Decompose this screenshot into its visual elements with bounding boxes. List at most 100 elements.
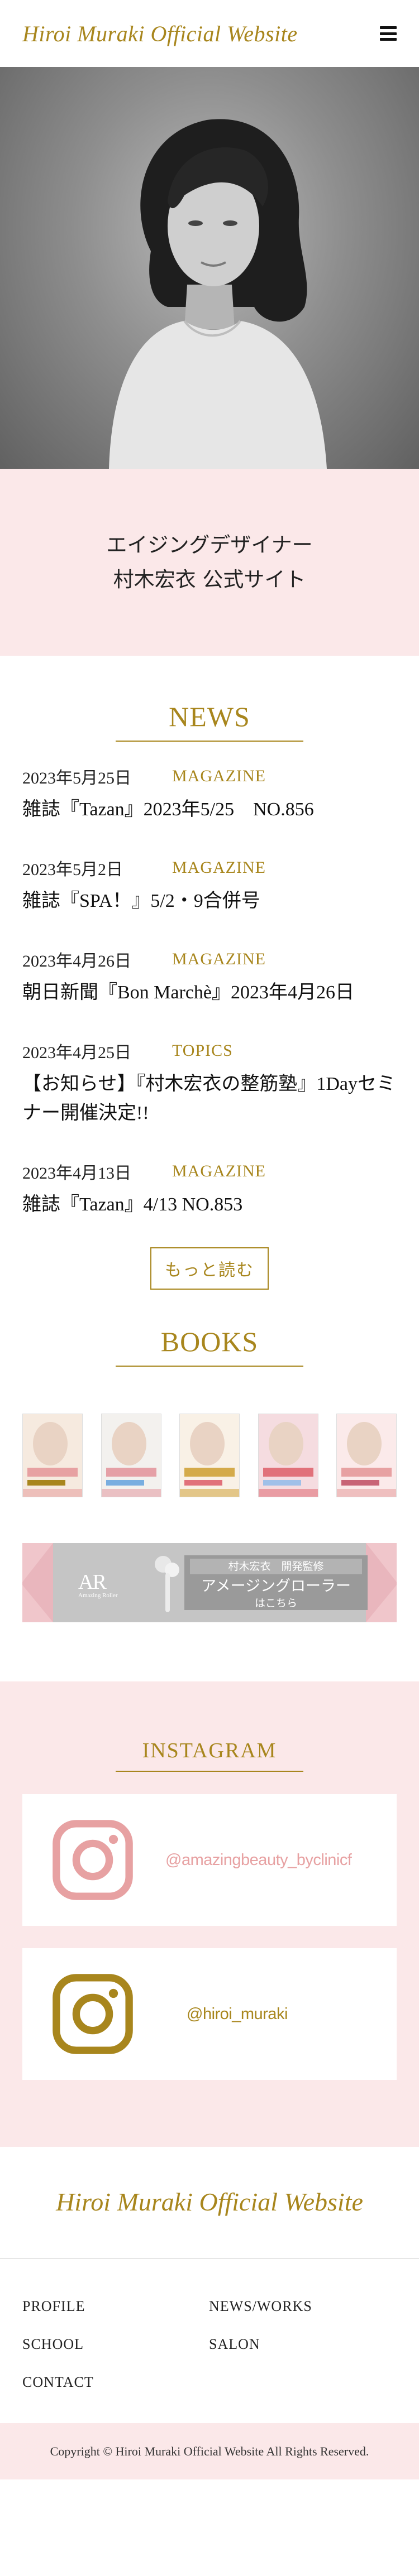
- news-date: 2023年5月25日: [22, 769, 131, 787]
- footer-nav: PROFILE NEWS/WORKS SCHOOL SALON CONTACT: [0, 2259, 419, 2423]
- news-title[interactable]: 雑誌『Tazan』4/13 NO.853: [22, 1190, 397, 1219]
- news-item[interactable]: 2023年4月25日 TOPICS 【お知らせ】『村木宏衣の整筋塾』1Dayセミ…: [22, 1040, 397, 1128]
- news-meta: 2023年5月25日 MAGAZINE: [22, 765, 397, 787]
- heading-underline: [116, 1366, 303, 1367]
- instagram-icon: [53, 1974, 133, 2054]
- instagram-handle[interactable]: @amazingbeauty_byclinicf: [165, 1851, 352, 1869]
- news-title[interactable]: 朝日新聞『Bon Marchè』2023年4月26日: [22, 978, 397, 1007]
- cover-sub-block: [106, 1480, 144, 1486]
- cover-title-block: [263, 1468, 313, 1477]
- copyright-text: Copyright © Hiroi Muraki Official Websit…: [0, 2423, 419, 2479]
- news-meta: 2023年4月26日 MAGAZINE: [22, 948, 397, 970]
- logo-mark: AR: [78, 1570, 107, 1594]
- menu-bar: [380, 32, 397, 35]
- instagram-heading: INSTAGRAM: [142, 1739, 277, 1762]
- books-heading: BOOKS: [160, 1326, 259, 1357]
- intro-subtitle: エイジングデザイナー: [106, 532, 313, 557]
- news-item[interactable]: 2023年4月26日 MAGAZINE 朝日新聞『Bon Marchè』2023…: [22, 948, 397, 1007]
- news-heading: NEWS: [169, 701, 250, 732]
- menu-bar: [380, 38, 397, 41]
- read-more-button[interactable]: もっと読む: [150, 1247, 269, 1290]
- news-category: MAGAZINE: [172, 1162, 266, 1180]
- cover-band: [101, 1489, 161, 1497]
- site-footer: Hiroi Muraki Official Website PROFILE NE…: [0, 2147, 419, 2479]
- logo-subtext: Amazing Roller: [78, 1592, 118, 1599]
- news-title[interactable]: 【お知らせ】『村木宏衣の整筋塾』1Dayセミナー開催決定!!: [22, 1070, 397, 1128]
- instagram-account-card[interactable]: @hiroi_muraki: [22, 1948, 397, 2080]
- book-cover[interactable]: [22, 1414, 83, 1497]
- cover-title-block: [27, 1468, 78, 1477]
- cover-face: [111, 1422, 146, 1465]
- news-date: 2023年4月25日: [22, 1044, 131, 1062]
- news-meta: 2023年4月13日 MAGAZINE: [22, 1160, 397, 1183]
- banner-link-text: はこちら: [254, 1597, 297, 1609]
- news-title[interactable]: 雑誌『Tazan』2023年5/25 NO.856: [22, 795, 397, 824]
- portrait-illustration: [109, 119, 327, 469]
- cover-title-block: [184, 1468, 235, 1477]
- cover-sub-block: [341, 1480, 379, 1486]
- footer-link-news-works[interactable]: NEWS/WORKS: [209, 2298, 396, 2315]
- news-heading-wrap: NEWS: [0, 656, 419, 742]
- hero-portrait-image: [0, 67, 419, 469]
- footer-site-title[interactable]: Hiroi Muraki Official Website: [0, 2147, 419, 2258]
- news-item[interactable]: 2023年5月25日 MAGAZINE 雑誌『Tazan』2023年5/25 N…: [22, 765, 397, 824]
- banner-product-name: アメージングローラー: [201, 1578, 351, 1595]
- site-title-logo[interactable]: Hiroi Muraki Official Website: [22, 21, 298, 47]
- amazing-roller-banner[interactable]: AR Amazing Roller 村木宏衣 開発監修 アメージングローラー は…: [22, 1543, 397, 1622]
- news-meta: 2023年4月25日 TOPICS: [22, 1040, 397, 1062]
- news-date: 2023年5月2日: [22, 861, 123, 879]
- cover-sub-block: [184, 1480, 222, 1486]
- roller-product-icon: [155, 1556, 179, 1612]
- book-cover[interactable]: [179, 1414, 240, 1497]
- amazing-roller-logo: AR Amazing Roller: [78, 1570, 118, 1599]
- cover-title-block: [341, 1468, 392, 1477]
- news-category: TOPICS: [172, 1041, 233, 1060]
- news-section: NEWS 2023年5月25日 MAGAZINE 雑誌『Tazan』2023年5…: [0, 656, 419, 1290]
- cover-title-block: [106, 1468, 156, 1477]
- books-section: BOOKS: [0, 1290, 419, 1497]
- instagram-account-card[interactable]: @amazingbeauty_byclinicf: [22, 1794, 397, 1926]
- intro-title: 村木宏衣 公式サイト: [113, 567, 306, 592]
- cover-face: [268, 1422, 303, 1465]
- footer-link-salon[interactable]: SALON: [209, 2336, 396, 2353]
- instagram-icon: [53, 1820, 133, 1900]
- news-category: MAGAZINE: [172, 950, 266, 968]
- book-cover[interactable]: [101, 1414, 161, 1497]
- news-meta: 2023年5月2日 MAGAZINE: [22, 857, 397, 879]
- cover-band: [23, 1489, 82, 1497]
- footer-link-contact[interactable]: CONTACT: [22, 2374, 209, 2391]
- book-cover[interactable]: [258, 1414, 318, 1497]
- news-category: MAGAZINE: [172, 858, 266, 877]
- book-cover[interactable]: [336, 1414, 397, 1497]
- cover-band: [180, 1489, 239, 1497]
- news-date: 2023年4月13日: [22, 1164, 131, 1183]
- instagram-section: INSTAGRAM @amazingbeauty_byclinicf @hiro…: [0, 1681, 419, 2147]
- intro-section: エイジングデザイナー 村木宏衣 公式サイト: [0, 469, 419, 656]
- news-list: 2023年5月25日 MAGAZINE 雑誌『Tazan』2023年5/25 N…: [0, 765, 419, 1219]
- heading-underline: [116, 741, 303, 742]
- books-row: [0, 1414, 419, 1497]
- menu-bar: [380, 26, 397, 29]
- cover-face: [33, 1422, 68, 1465]
- news-item[interactable]: 2023年4月13日 MAGAZINE 雑誌『Tazan』4/13 NO.853: [22, 1160, 397, 1219]
- cover-band: [337, 1489, 396, 1497]
- banner-supervisor-text: 村木宏衣 開発監修: [190, 1559, 362, 1574]
- site-header: Hiroi Muraki Official Website: [0, 0, 419, 67]
- footer-link-profile[interactable]: PROFILE: [22, 2298, 209, 2315]
- more-button-wrap: もっと読む: [0, 1247, 419, 1290]
- cover-face: [347, 1422, 382, 1465]
- cover-band: [258, 1489, 318, 1497]
- books-heading-wrap: BOOKS: [0, 1290, 419, 1367]
- news-item[interactable]: 2023年5月2日 MAGAZINE 雑誌『SPA！』5/2・9合併号: [22, 857, 397, 916]
- news-title[interactable]: 雑誌『SPA！』5/2・9合併号: [22, 887, 397, 916]
- cover-sub-block: [263, 1480, 301, 1486]
- news-category: MAGAZINE: [172, 767, 266, 785]
- heading-underline: [116, 1771, 303, 1772]
- hamburger-menu-icon[interactable]: [380, 26, 397, 41]
- banner-text-box: 村木宏衣 開発監修 アメージングローラー はこちら: [184, 1555, 368, 1610]
- instagram-handle[interactable]: @hiroi_muraki: [187, 2005, 288, 2024]
- cover-face: [190, 1422, 225, 1465]
- instagram-heading-wrap: INSTAGRAM: [0, 1681, 419, 1772]
- footer-link-school[interactable]: SCHOOL: [22, 2336, 209, 2353]
- cover-sub-block: [27, 1480, 65, 1486]
